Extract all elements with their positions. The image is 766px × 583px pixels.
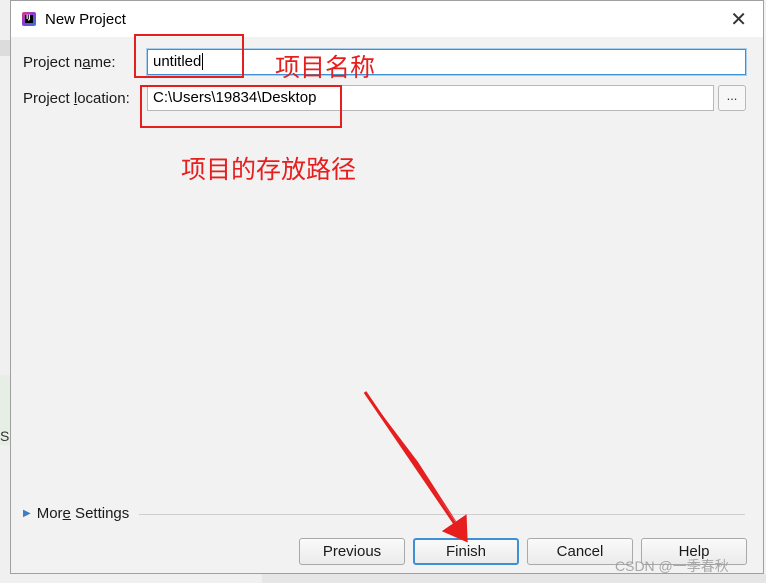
annotation-arrow: [363, 391, 468, 543]
watermark: CSDN @一季春秋: [615, 558, 729, 574]
